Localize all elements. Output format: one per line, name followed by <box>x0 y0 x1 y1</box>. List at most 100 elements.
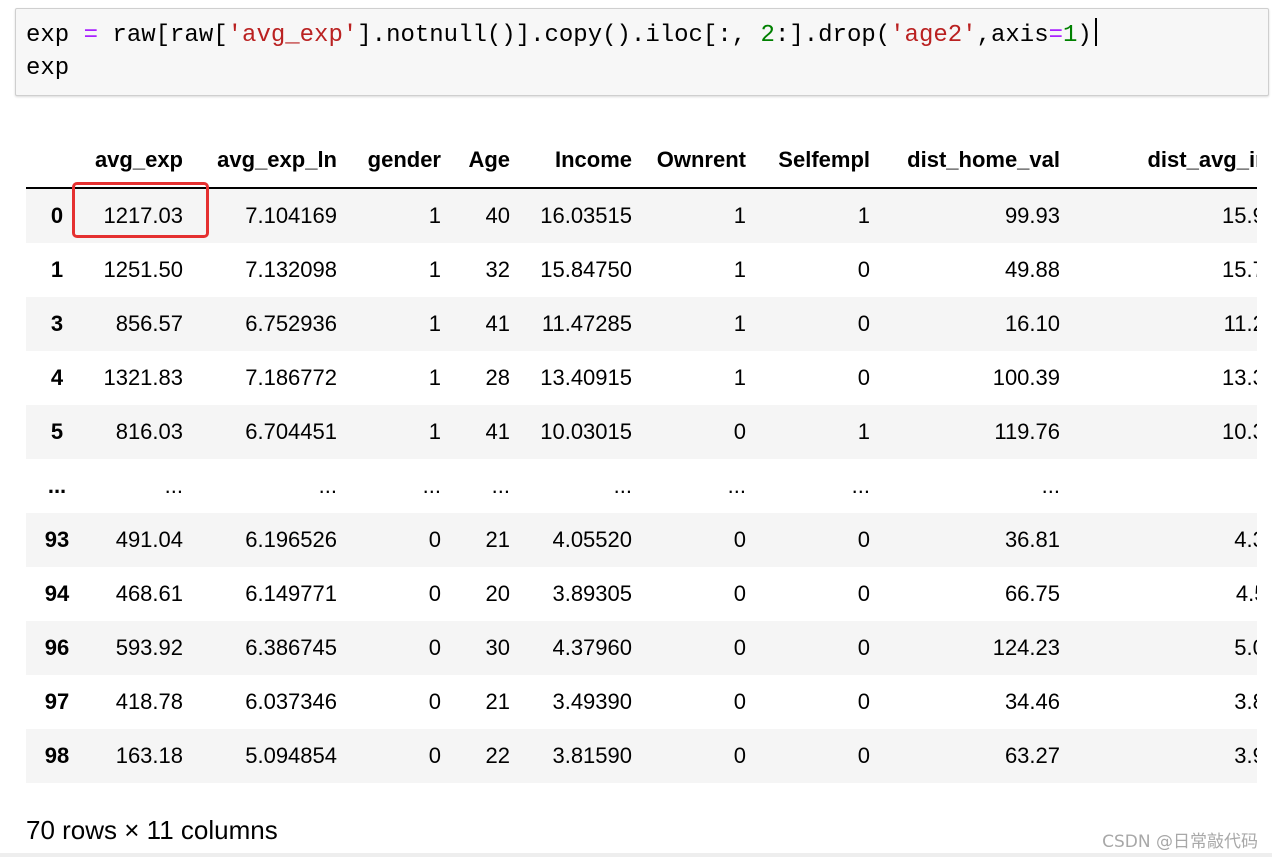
table-cell: 0 <box>857 689 870 714</box>
table-row: 98 163.18 5.094854 0 22 3.81590 0 0 63.27 3.99771… <box>26 729 1257 783</box>
table-cell: 66.75 <box>1004 581 1060 606</box>
table-cell: 3.49390 <box>552 689 632 714</box>
column-header-selfempl: Selfempl <box>746 132 870 189</box>
table-cell: ... <box>164 473 183 498</box>
table-cell: 1 <box>733 203 746 228</box>
table-cell: 6.386745 <box>245 635 337 660</box>
table-cell: 15.932789 <box>1222 203 1257 228</box>
table-cell: 41 <box>485 311 510 336</box>
table-cell: 63.27 <box>1004 743 1060 768</box>
table-cell: 32 <box>485 257 510 282</box>
table-cell: 3.81590 <box>552 743 632 768</box>
code-token: ].notnull()].copy().iloc[:, <box>357 22 761 49</box>
ellipsis-row: .............................. <box>26 459 1257 513</box>
table-cell: 15.84750 <box>540 257 632 282</box>
index-header <box>26 132 88 189</box>
table-cell: 30 <box>485 635 510 660</box>
table-row: 0 1217.03 7.104169 1 40 16.03515 1 1 99.93 15.932… <box>26 188 1257 243</box>
table-row: 94 468.61 6.149771 0 20 3.89305 0 0 66.75 4.55117… <box>26 567 1257 621</box>
row-index-label: 0 <box>50 203 64 228</box>
table-cell: ... <box>727 473 746 498</box>
table-cell: 13.346474 <box>1222 365 1257 390</box>
row-index-label: 97 <box>44 689 70 714</box>
table-body: 01217.037.10416914016.035151199.9315.932… <box>26 188 1257 783</box>
table-cell: 5.040631 <box>1234 635 1257 660</box>
table-row: 96 593.92 6.386745 0 30 4.37960 0 0 124.23 5.0406… <box>26 621 1257 675</box>
table-cell: 4.551178 <box>1235 581 1257 606</box>
table-cell: 0 <box>857 635 870 660</box>
row-index-label: 94 <box>44 581 70 606</box>
table-cell: 1 <box>733 365 746 390</box>
table-cell: 34.46 <box>1004 689 1060 714</box>
table-cell: 100.39 <box>992 365 1060 390</box>
table-cell: 1 <box>857 419 870 444</box>
table-cell: 0 <box>428 527 441 552</box>
row-index-label: 5 <box>50 419 64 444</box>
column-header-age: Age <box>441 132 510 189</box>
table-cell: 0 <box>733 689 746 714</box>
table-cell: 4.37960 <box>552 635 632 660</box>
table-cell: 0 <box>428 689 441 714</box>
bottom-scrollbar-track[interactable] <box>0 853 1272 857</box>
table-cell: 4.05520 <box>552 527 632 552</box>
code-token: raw[raw[ <box>98 22 228 49</box>
table-cell: ... <box>422 473 441 498</box>
code-token: 1 <box>1063 22 1078 49</box>
code-token: ,axis <box>976 22 1049 49</box>
table-cell: 3.997717 <box>1234 743 1257 768</box>
table-cell: 1 <box>733 257 746 282</box>
table-cell: 10.03015 <box>540 419 632 444</box>
table-cell: 7.104169 <box>245 203 337 228</box>
code-token: = <box>83 22 99 49</box>
table-cell: ... <box>1060 459 1257 513</box>
code-token: = <box>1048 22 1063 49</box>
table-cell: 816.03 <box>115 419 183 444</box>
table-cell: 6.037346 <box>245 689 337 714</box>
table-cell: 99.93 <box>1004 203 1060 228</box>
table-cell: 0 <box>857 311 870 336</box>
table-cell: 856.57 <box>115 311 183 336</box>
column-header-dist-avg-income: dist_avg_income <box>1060 132 1257 189</box>
table-row: 97 418.78 6.037346 0 21 3.49390 0 0 34.46 3.82881… <box>26 675 1257 729</box>
row-index-label: 1 <box>50 257 64 282</box>
table-cell: 163.18 <box>115 743 183 768</box>
table-cell: 28 <box>485 365 510 390</box>
table-cell: 0 <box>857 527 870 552</box>
table-cell: ... <box>851 473 870 498</box>
dataframe-shape-note: 70 rows × 11 columns <box>26 815 278 845</box>
table-cell: 0 <box>428 635 441 660</box>
table-cell: 0 <box>428 581 441 606</box>
code-input-cell[interactable]: exp = raw[raw['avg_exp'].notnull()].copy… <box>15 8 1269 96</box>
column-header-dist-home-val: dist_home_val <box>870 132 1060 189</box>
table-cell: 22 <box>485 743 510 768</box>
table-cell: 119.76 <box>994 419 1060 444</box>
code-token: :].drop( <box>774 22 891 49</box>
row-index-label: 3 <box>50 311 64 336</box>
table-cell: 16.10 <box>1004 311 1060 336</box>
table-cell: 593.92 <box>115 635 183 660</box>
table-cell: 15.796316 <box>1222 257 1257 282</box>
table-cell: 1 <box>428 419 441 444</box>
table-cell: 49.88 <box>1004 257 1060 282</box>
table-row: 5 816.03 6.704451 1 41 10.03015 0 1 119.76 10.332… <box>26 405 1257 459</box>
table-cell: ... <box>318 473 337 498</box>
column-header-gender: gender <box>337 132 441 189</box>
table-cell: 0 <box>733 581 746 606</box>
table-row: 1 1251.50 7.132098 1 32 15.84750 1 0 49.88 15.796… <box>26 243 1257 297</box>
table-cell: ... <box>1041 473 1060 498</box>
table-cell: 21 <box>485 689 510 714</box>
table-cell: 3.89305 <box>552 581 632 606</box>
table-cell: 0 <box>733 743 746 768</box>
table-cell: 5.094854 <box>245 743 337 768</box>
table-cell: 11.47285 <box>541 311 632 336</box>
table-row: 4 1321.83 7.186772 1 28 13.40915 1 0 100.39 13.34… <box>26 351 1257 405</box>
table-header-row: avg_exp avg_exp_ln gender Age Income Ownrent S… <box>26 132 1257 189</box>
table-cell: 1 <box>428 257 441 282</box>
table-cell: 0 <box>733 635 746 660</box>
table-cell: 1321.83 <box>103 365 183 390</box>
code-token: exp <box>26 22 84 49</box>
table-cell: 1 <box>857 203 870 228</box>
table-cell: 41 <box>485 419 510 444</box>
table-cell: ... <box>491 473 510 498</box>
table-cell: 36.81 <box>1004 527 1060 552</box>
